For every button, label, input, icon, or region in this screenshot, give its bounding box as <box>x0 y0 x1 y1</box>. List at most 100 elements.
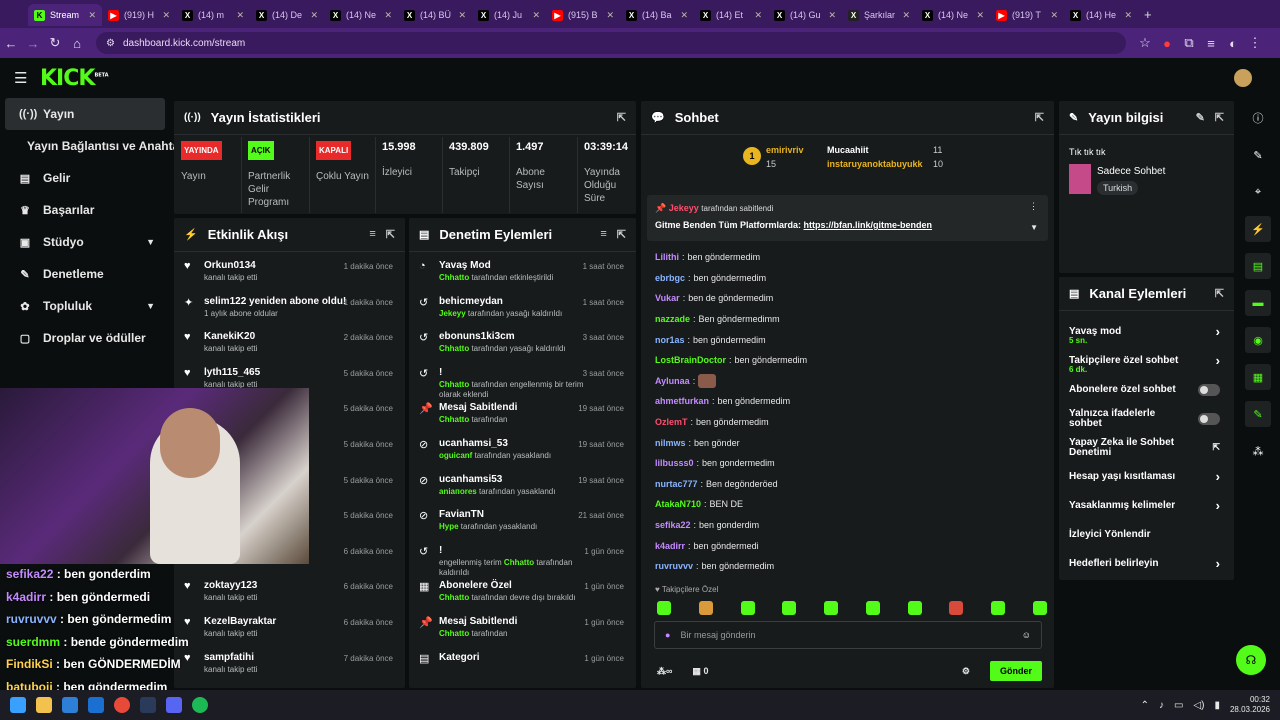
activity-name[interactable]: selim122 yeniden abone oldu! <box>204 296 346 307</box>
sidebar-item-topluluk[interactable]: ✿ Topluluk ▼ <box>5 290 165 322</box>
moderator-name[interactable]: Chhatto <box>439 344 469 353</box>
tab-close-icon[interactable]: ✕ <box>384 10 392 21</box>
channel-action-row[interactable]: Yavaş mod 5 sn. › <box>1059 317 1234 346</box>
tab-close-icon[interactable]: ✕ <box>162 10 170 21</box>
sidebar-item-studyo[interactable]: ▣ Stüdyo ▼ <box>5 226 165 258</box>
activity-name[interactable]: lyth115_465 <box>204 367 260 378</box>
community-icon[interactable]: ⁂ <box>1245 438 1271 464</box>
support-button[interactable]: ☊ <box>1236 645 1266 675</box>
monitor-icon[interactable]: ▭ <box>1174 700 1183 711</box>
tab-close-icon[interactable]: ✕ <box>458 10 466 21</box>
channel-action-row[interactable]: İzleyici Yönlendir <box>1059 520 1234 549</box>
chat-username[interactable]: lilbusss0 <box>655 458 694 468</box>
popout-icon[interactable]: ⇱ <box>617 228 626 241</box>
spotify-icon[interactable] <box>192 697 208 713</box>
file-explorer-icon[interactable] <box>36 697 52 713</box>
sidebar-item-yayin[interactable]: ((·)) Yayın <box>5 98 165 130</box>
browser-tab[interactable]: X (14) Ne ✕ <box>324 4 398 26</box>
document-icon[interactable]: ▤ <box>1245 253 1271 279</box>
channel-action-row[interactable]: Abonelere özel sohbet <box>1059 375 1234 404</box>
emote-icon[interactable] <box>740 601 755 615</box>
mic-icon[interactable]: ♪ <box>1159 700 1164 711</box>
chat-username[interactable]: nurtac777 <box>655 479 698 489</box>
emote-icon[interactable] <box>698 601 713 615</box>
lightning-icon[interactable]: ⚡ <box>1245 216 1271 242</box>
chat-username[interactable]: nazzade <box>655 314 690 324</box>
chat-username[interactable]: nilmws <box>655 438 686 448</box>
moderator-name[interactable]: Chhatto <box>504 558 534 567</box>
edit-pencil-icon[interactable]: ✎ <box>1196 111 1205 124</box>
edit-pencil-icon[interactable]: ✎ <box>1245 142 1271 168</box>
discord-icon[interactable] <box>166 697 182 713</box>
chat-username[interactable]: k4adirr <box>655 541 685 551</box>
clock[interactable]: 00:32 28.03.2026 <box>1230 695 1270 715</box>
chat-username[interactable]: ebrbgc <box>655 273 685 283</box>
emote-icon[interactable] <box>1032 601 1047 615</box>
browser-tab[interactable]: X (14) He ✕ <box>1064 4 1138 26</box>
chat-username[interactable]: nor1as <box>655 335 685 345</box>
chat-username[interactable]: ruvruvvv <box>655 561 693 571</box>
moderator-name[interactable]: oguicanf <box>439 451 472 460</box>
tab-close-icon[interactable]: ✕ <box>754 10 762 21</box>
windows-start-icon[interactable] <box>10 697 26 713</box>
chat-input[interactable]: ● Bir mesaj gönderin ☺ <box>654 621 1042 649</box>
emote-icon[interactable] <box>949 601 964 615</box>
emote-icon[interactable] <box>657 601 671 615</box>
channel-action-row[interactable]: Yasaklanmış kelimeler › <box>1059 491 1234 520</box>
browser-tab[interactable]: X (14) Et ✕ <box>694 4 768 26</box>
chat-username[interactable]: sefika22 <box>655 520 691 530</box>
browser-tab[interactable]: ▶ (919) T ✕ <box>990 4 1064 26</box>
extension-icon[interactable]: ● <box>1156 36 1178 51</box>
popout-icon[interactable]: ⇱ <box>386 228 395 241</box>
tab-close-icon[interactable]: ✕ <box>828 10 836 21</box>
chat-username[interactable]: ahmetfurkan <box>655 396 709 406</box>
browser-tab[interactable]: ▶ (919) H ✕ <box>102 4 176 26</box>
channel-action-row[interactable]: Hesap yaşı kısıtlaması › <box>1059 462 1234 491</box>
home-icon[interactable]: ⌂ <box>66 36 88 51</box>
filter-icon[interactable]: ≡ <box>600 228 606 241</box>
reload-icon[interactable]: ↻ <box>44 35 66 51</box>
activity-name[interactable]: KanekiK20 <box>204 331 257 342</box>
media-icon[interactable]: ≡ <box>1200 36 1222 51</box>
tab-close-icon[interactable]: ✕ <box>1124 10 1132 21</box>
browser-tab[interactable]: X (14) m ✕ <box>176 4 250 26</box>
volume-icon[interactable]: ◁) <box>1193 700 1204 711</box>
extensions-puzzle-icon[interactable]: ⧉ <box>1178 35 1200 51</box>
browser-tab[interactable]: X (14) Gu ✕ <box>768 4 842 26</box>
moderator-name[interactable]: Chhatto <box>439 629 469 638</box>
browser-tab[interactable]: X (14) Ju ✕ <box>472 4 546 26</box>
chat-username[interactable]: AtakaN710 <box>655 499 701 509</box>
emote-icon[interactable] <box>907 601 922 615</box>
popout-icon[interactable]: ⇱ <box>1035 111 1044 124</box>
moderator-name[interactable]: Chhatto <box>439 593 469 602</box>
popout-icon[interactable]: ⇱ <box>1215 111 1224 124</box>
sidebar-item-denetleme[interactable]: ✎ Denetleme <box>5 258 165 290</box>
tray-arrow-icon[interactable]: ⌃ <box>1141 700 1149 711</box>
filter-icon[interactable]: ≡ <box>369 228 375 241</box>
popout-icon[interactable]: ⇱ <box>1215 287 1224 300</box>
battery-icon[interactable]: ▮ <box>1214 700 1220 711</box>
moderator-name[interactable]: Hype <box>439 522 459 531</box>
browser-tab[interactable]: ▶ (915) B ✕ <box>546 4 620 26</box>
popout-icon[interactable]: ⇱ <box>617 111 626 124</box>
browser-tab[interactable]: X (14) Ba ✕ <box>620 4 694 26</box>
moderator-name[interactable]: Chhatto <box>439 415 469 424</box>
profile-avatar[interactable]: ◐ <box>1222 36 1244 51</box>
forward-icon[interactable]: → <box>22 36 44 51</box>
kick-logo[interactable]: KICKBETA <box>40 66 109 91</box>
settings-gear-icon[interactable]: ⚙ <box>962 666 970 677</box>
tab-close-icon[interactable]: ✕ <box>1050 10 1058 21</box>
wrench-icon[interactable]: ✎ <box>1245 401 1271 427</box>
moderator-name[interactable]: Jekeyy <box>439 309 466 318</box>
moderator-name[interactable]: Chhatto <box>439 273 469 282</box>
more-options-icon[interactable]: ⋮ <box>1029 201 1038 212</box>
store-count[interactable]: ▦ 0 <box>692 666 708 677</box>
emoji-icon[interactable]: ☺ <box>1022 630 1031 640</box>
browser-tab[interactable]: X (14) BÜ ✕ <box>398 4 472 26</box>
tab-close-icon[interactable]: ✕ <box>606 10 614 21</box>
browser-tab[interactable]: X (14) De ✕ <box>250 4 324 26</box>
steam-icon[interactable] <box>140 697 156 713</box>
bookmark-star-icon[interactable]: ☆ <box>1134 35 1156 51</box>
activity-name[interactable]: zoktayy123 <box>204 580 257 591</box>
activity-name[interactable]: sampfatihi <box>204 652 257 663</box>
